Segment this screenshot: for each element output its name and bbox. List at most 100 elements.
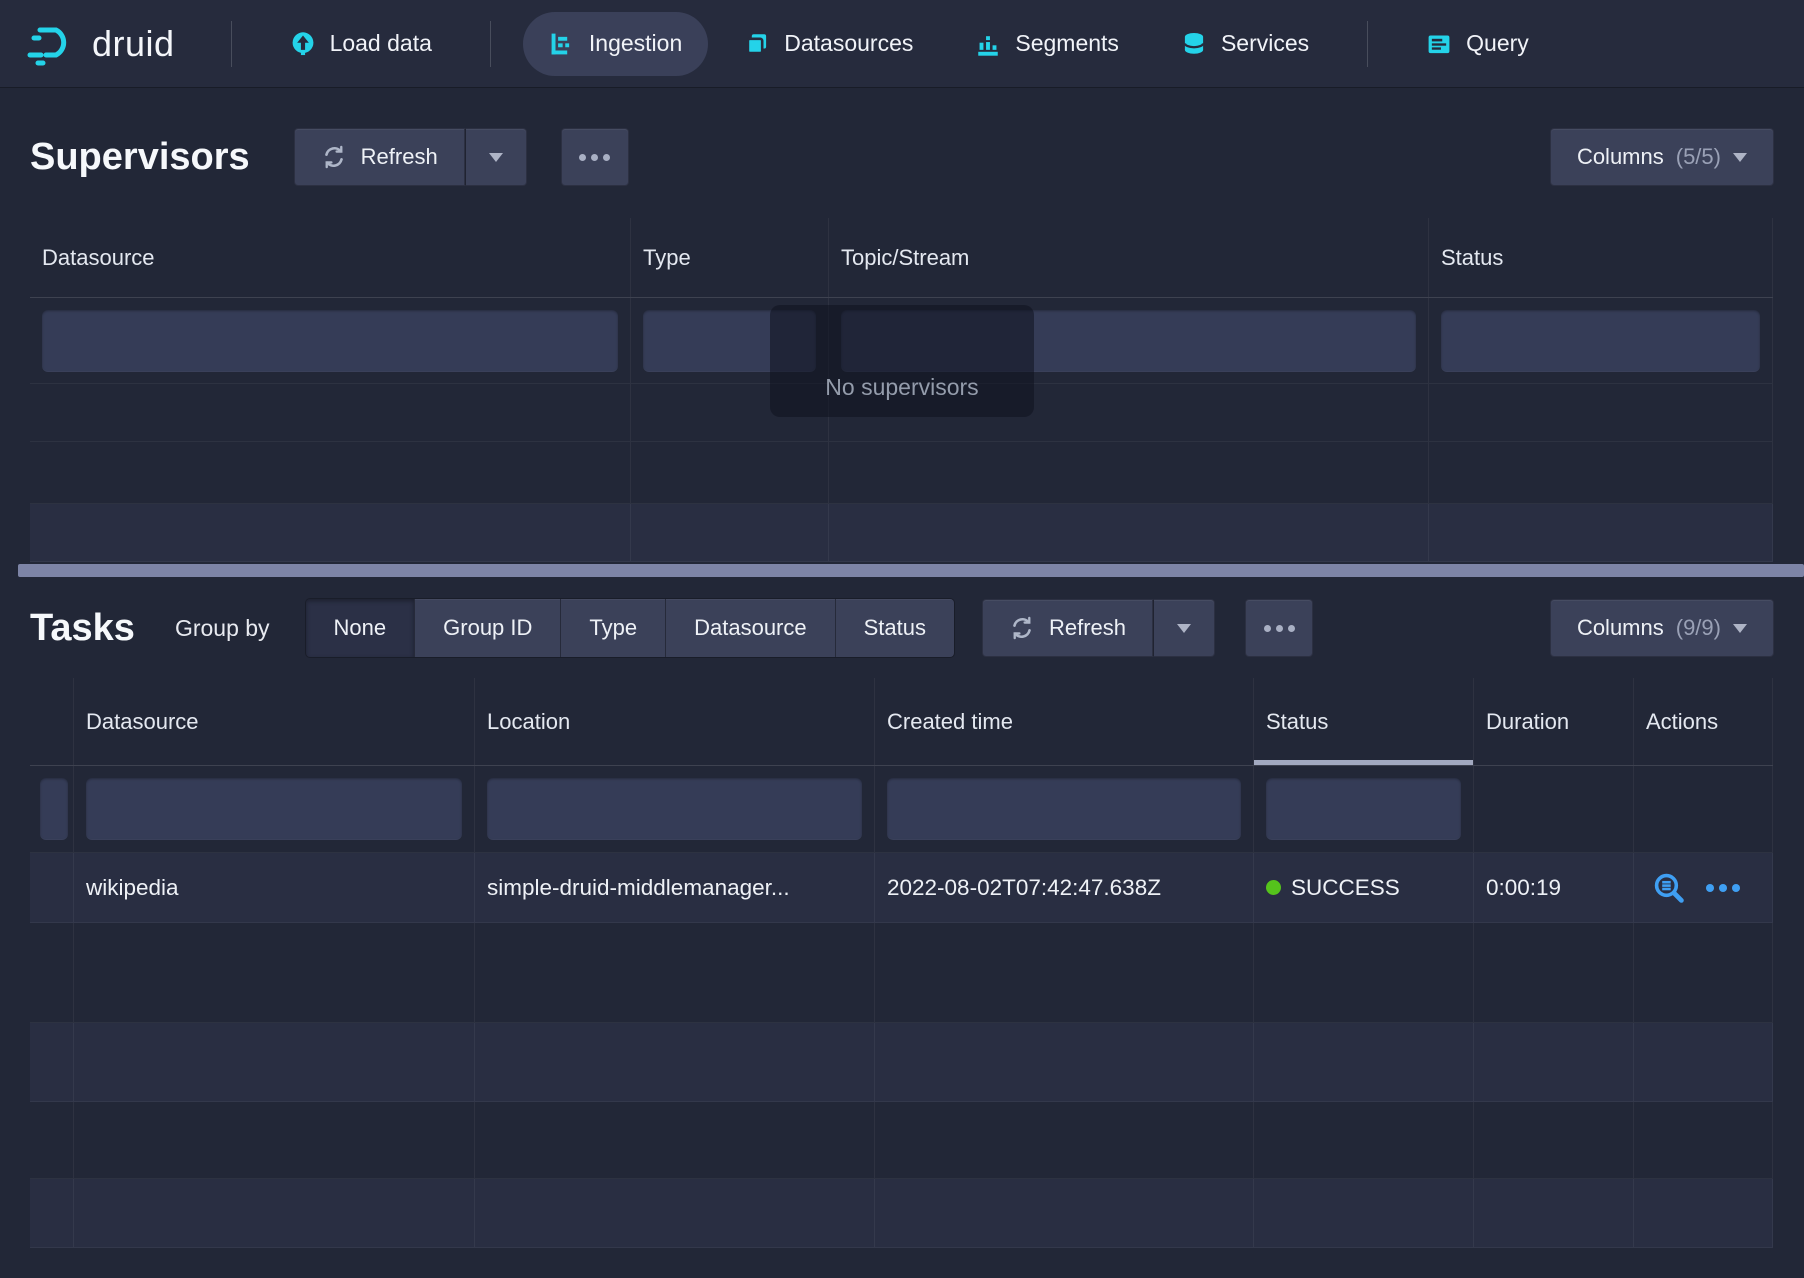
more-actions-icon[interactable] xyxy=(1706,884,1740,892)
nav-divider xyxy=(1367,21,1368,67)
nav-ingestion-label: Ingestion xyxy=(589,30,682,57)
chevron-down-icon xyxy=(489,153,503,162)
tasks-columns-button[interactable]: Columns (9/9) xyxy=(1550,599,1774,657)
nav-ingestion[interactable]: Ingestion xyxy=(523,12,708,76)
supervisors-columns-button[interactable]: Columns (5/5) xyxy=(1550,128,1774,186)
magnify-details-icon[interactable] xyxy=(1652,871,1686,905)
services-database-icon xyxy=(1181,31,1207,57)
tasks-refresh-dropdown[interactable] xyxy=(1153,599,1215,657)
group-by-datasource-button[interactable]: Datasource xyxy=(665,599,835,657)
header-location[interactable]: Location xyxy=(474,678,874,765)
tasks-more-button[interactable] xyxy=(1245,599,1313,657)
refresh-icon xyxy=(321,144,347,170)
header-status-sorted[interactable]: Status xyxy=(1253,678,1473,765)
datasources-layers-icon xyxy=(744,31,770,57)
supervisors-viewbar: Supervisors Refresh xyxy=(30,126,1774,188)
nav-load-data[interactable]: Load data xyxy=(264,12,458,76)
refresh-label: Refresh xyxy=(1049,615,1126,641)
group-by-type-button[interactable]: Type xyxy=(560,599,665,657)
header-actions[interactable]: Actions xyxy=(1633,678,1773,765)
columns-count: (9/9) xyxy=(1676,615,1721,641)
tasks-refresh-split: Refresh xyxy=(982,599,1215,657)
no-supervisors-message: No supervisors xyxy=(825,374,978,401)
nav-datasources[interactable]: Datasources xyxy=(718,12,939,76)
druid-logo-icon xyxy=(26,18,78,70)
header-status[interactable]: Status xyxy=(1428,218,1773,297)
header-clipped-column xyxy=(30,678,73,765)
nav-query[interactable]: Query xyxy=(1400,12,1555,76)
filter-status-input[interactable] xyxy=(1441,310,1760,372)
filter-datasource-input[interactable] xyxy=(42,310,618,372)
cell-location: simple-druid-middlemanager... xyxy=(474,853,874,922)
top-nav: druid Load data xyxy=(0,0,1804,88)
supervisors-refresh-dropdown[interactable] xyxy=(465,128,527,186)
ingestion-chart-icon xyxy=(549,31,575,57)
nav-services-label: Services xyxy=(1221,30,1309,57)
group-by-status-button[interactable]: Status xyxy=(835,599,954,657)
group-by-none-button[interactable]: None xyxy=(306,599,415,657)
columns-count: (5/5) xyxy=(1676,144,1721,170)
filter-datasource-input[interactable] xyxy=(86,778,462,840)
refresh-icon xyxy=(1009,615,1035,641)
cell-status: SUCCESS xyxy=(1253,853,1473,922)
success-status-dot xyxy=(1266,880,1281,895)
nav-services[interactable]: Services xyxy=(1155,12,1335,76)
sort-indicator xyxy=(1254,760,1473,765)
nav-query-label: Query xyxy=(1466,30,1529,57)
filter-created-time-input[interactable] xyxy=(887,778,1241,840)
group-by-label: Group by xyxy=(175,615,270,642)
segments-bars-icon xyxy=(975,31,1001,57)
tasks-refresh-button[interactable]: Refresh xyxy=(982,599,1153,657)
tasks-filter-row xyxy=(30,766,1773,853)
empty-row xyxy=(30,923,1773,1023)
header-topic-stream[interactable]: Topic/Stream xyxy=(828,218,1428,297)
nav-segments-label: Segments xyxy=(1015,30,1119,57)
task-row-wikipedia[interactable]: wikipedia simple-druid-middlemanager... … xyxy=(30,853,1773,923)
filter-clipped-input[interactable] xyxy=(40,778,68,840)
refresh-label: Refresh xyxy=(361,144,438,170)
supervisors-refresh-button[interactable]: Refresh xyxy=(294,128,465,186)
columns-label: Columns xyxy=(1577,144,1664,170)
status-text: SUCCESS xyxy=(1291,875,1400,901)
nav-load-data-label: Load data xyxy=(330,30,432,57)
group-by-button-group: None Group ID Type Datasource Status xyxy=(306,599,954,657)
more-icon xyxy=(579,154,586,161)
filter-status-input[interactable] xyxy=(1266,778,1461,840)
supervisors-title: Supervisors xyxy=(30,136,250,179)
header-type[interactable]: Type xyxy=(630,218,828,297)
cell-actions xyxy=(1633,853,1773,922)
empty-row xyxy=(30,442,1773,504)
tasks-header-row: Datasource Location Created time Status … xyxy=(30,678,1773,766)
druid-console: druid Load data xyxy=(0,0,1804,1278)
upload-icon xyxy=(290,31,316,57)
tasks-title: Tasks xyxy=(30,607,135,650)
header-datasource[interactable]: Datasource xyxy=(30,218,630,297)
supervisors-header-row: Datasource Type Topic/Stream Status xyxy=(30,218,1773,298)
nav-divider xyxy=(490,21,491,67)
header-created-time[interactable]: Created time xyxy=(874,678,1253,765)
header-datasource[interactable]: Datasource xyxy=(73,678,474,765)
nav-divider xyxy=(231,21,232,67)
supervisors-more-button[interactable] xyxy=(561,128,629,186)
empty-row xyxy=(30,1102,1773,1179)
cell-created-time: 2022-08-02T07:42:47.638Z xyxy=(874,853,1253,922)
empty-row xyxy=(30,1179,1773,1248)
empty-row xyxy=(30,1023,1773,1102)
cell-duration: 0:00:19 xyxy=(1473,853,1633,922)
no-supervisors-overlay: No supervisors xyxy=(770,305,1034,417)
nav-segments[interactable]: Segments xyxy=(949,12,1145,76)
nav-datasources-label: Datasources xyxy=(784,30,913,57)
chevron-down-icon xyxy=(1733,153,1747,162)
druid-logo[interactable]: druid xyxy=(26,18,175,70)
header-duration[interactable]: Duration xyxy=(1473,678,1633,765)
empty-row xyxy=(30,504,1773,562)
chevron-down-icon xyxy=(1177,624,1191,633)
more-icon xyxy=(1264,625,1271,632)
brand-wordmark: druid xyxy=(92,23,175,65)
query-app-icon xyxy=(1426,31,1452,57)
filter-location-input[interactable] xyxy=(487,778,862,840)
supervisors-horizontal-scrollbar[interactable] xyxy=(18,564,1804,577)
cell-datasource: wikipedia xyxy=(73,853,474,922)
group-by-group-id-button[interactable]: Group ID xyxy=(414,599,560,657)
tasks-table: Datasource Location Created time Status … xyxy=(30,678,1773,1248)
